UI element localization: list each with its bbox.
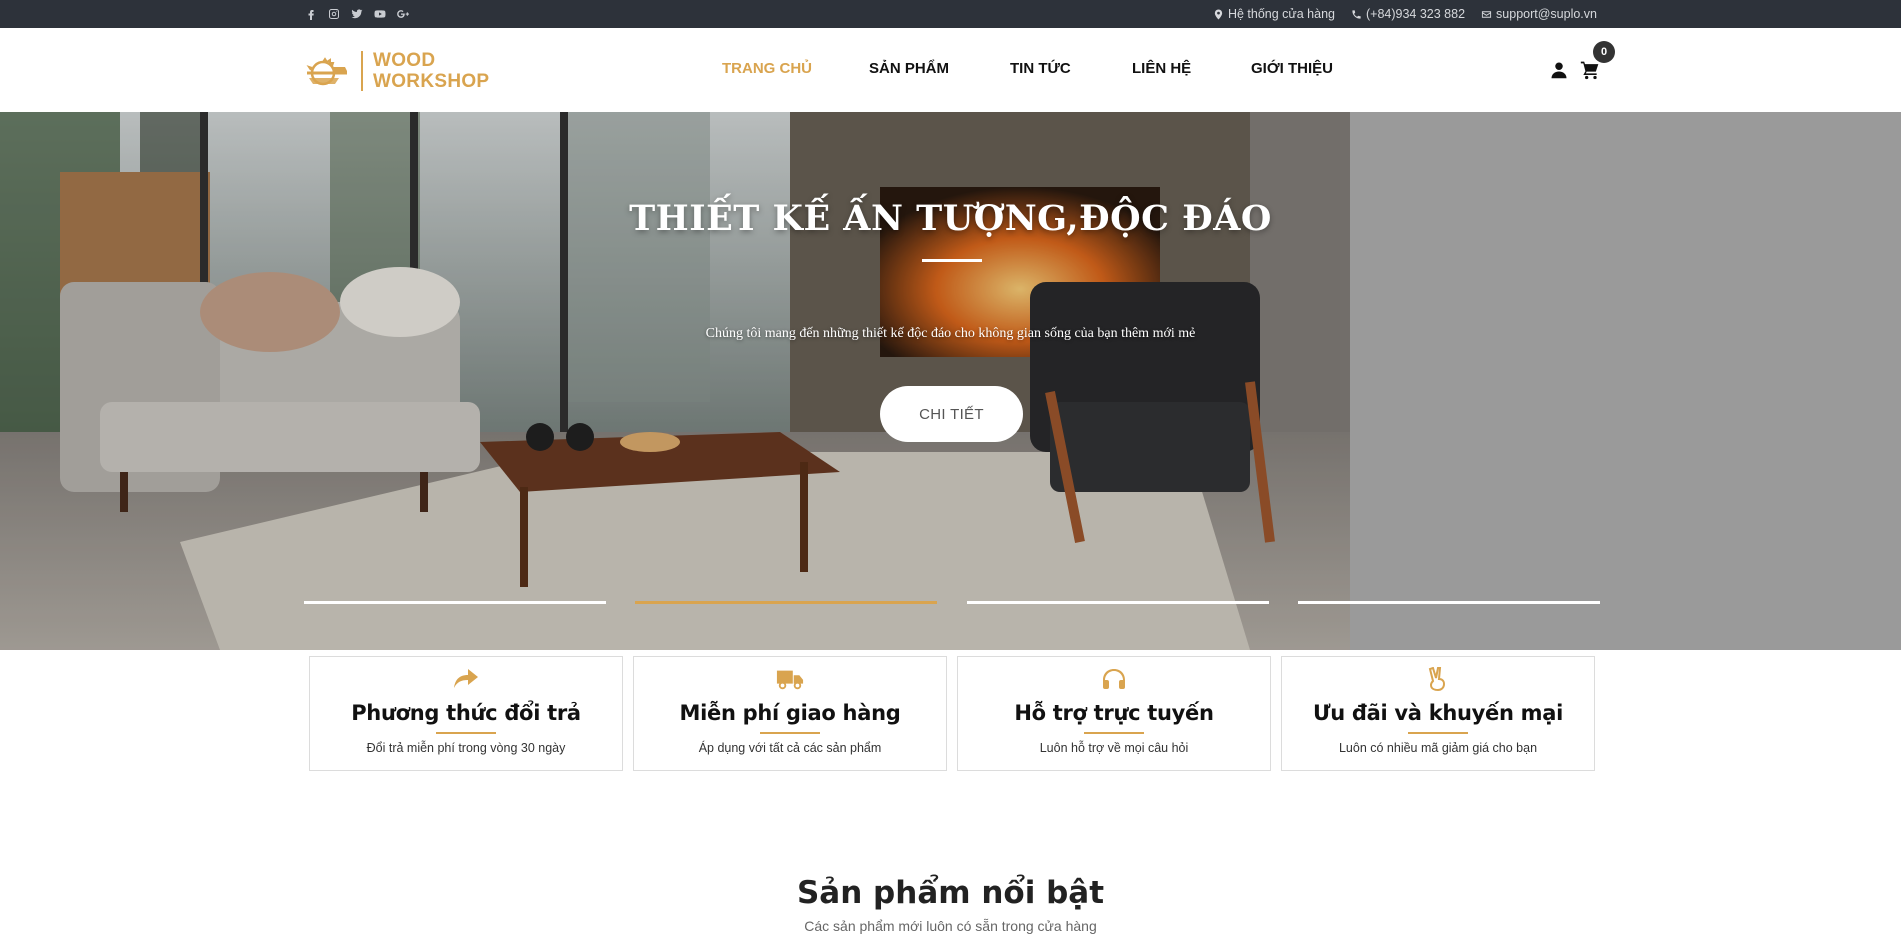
store-label: Hệ thống cửa hàng	[1227, 7, 1335, 21]
phone-link[interactable]: (+84)934 323 882	[1351, 7, 1465, 21]
cart-count-badge: 0	[1593, 41, 1615, 63]
feature-online-support: Hỗ trợ trực tuyến Luôn hỗ trợ về mọi câu…	[957, 656, 1271, 771]
nav-contact[interactable]: LIÊN HỆ	[1132, 60, 1191, 77]
truck-icon	[776, 670, 804, 690]
social-links	[304, 0, 410, 28]
logo-divider	[361, 51, 363, 91]
hero-subtitle: Chúng tôi mang đến những thiết kế độc đá…	[705, 326, 1196, 341]
feature-divider	[1084, 732, 1144, 734]
logo-line-2: WORKSHOP	[373, 71, 490, 92]
instagram-icon[interactable]	[327, 7, 341, 21]
logo-line-1: WOOD	[373, 50, 436, 71]
logo-text: WOOD WORKSHOP	[373, 50, 489, 92]
slider-indicators	[0, 601, 1901, 605]
phone-icon	[1352, 9, 1361, 19]
feature-title: Phương thức đổi trả	[351, 701, 581, 725]
cart-icon[interactable]	[1580, 60, 1600, 80]
user-icon[interactable]	[1550, 61, 1568, 79]
feature-divider	[760, 732, 820, 734]
victory-hand-icon	[1428, 667, 1446, 691]
featured-products-title: Sản phẩm nổi bật	[796, 875, 1105, 911]
nav-products[interactable]: SẢN PHẨM	[869, 60, 949, 77]
google-plus-icon[interactable]	[396, 7, 410, 21]
twitter-icon[interactable]	[350, 7, 364, 21]
headphones-icon	[1103, 669, 1125, 689]
slide-indicator-1[interactable]	[304, 601, 606, 604]
logo[interactable]: WOOD WORKSHOP	[303, 48, 503, 94]
saw-logo-icon	[306, 57, 347, 86]
feature-divider	[1408, 732, 1468, 734]
feature-description: Luôn có nhiều mã giảm giá cho bạn	[1338, 741, 1538, 755]
feature-return-policy: Phương thức đổi trả Đổi trả miễn phí tro…	[309, 656, 623, 771]
envelope-icon	[1481, 10, 1492, 18]
hero-title-underline	[922, 259, 982, 262]
feature-free-shipping: Miễn phí giao hàng Áp dụng với tất cả cá…	[633, 656, 947, 771]
share-arrow-icon	[454, 669, 478, 688]
nav-about[interactable]: GIỚI THIỆU	[1251, 60, 1333, 77]
store-locator-link[interactable]: Hệ thống cửa hàng	[1213, 7, 1335, 21]
feature-title: Miễn phí giao hàng	[679, 701, 901, 725]
hero-title: THIẾT KẾ ẤN TƯỢNG,ĐỘC ĐÁO	[629, 198, 1272, 239]
featured-products-subtitle: Các sản phẩm mới luôn có sẵn trong cửa h…	[804, 918, 1097, 934]
feature-description: Luôn hỗ trợ về mọi câu hỏi	[1039, 741, 1189, 755]
email-link[interactable]: support@suplo.vn	[1481, 7, 1597, 21]
feature-promotions: Ưu đãi và khuyến mại Luôn có nhiều mã gi…	[1281, 656, 1595, 771]
slide-indicator-3[interactable]	[967, 601, 1269, 604]
feature-description: Áp dụng với tất cả các sản phẩm	[698, 741, 882, 755]
main-header: WOOD WORKSHOP TRANG CHỦ SẢN PHẨM TIN TỨC…	[0, 28, 1901, 112]
youtube-icon[interactable]	[373, 7, 387, 21]
phone-number: (+84)934 323 882	[1366, 7, 1466, 21]
feature-title: Hỗ trợ trực tuyến	[1014, 701, 1214, 725]
hero-detail-button[interactable]: CHI TIẾT	[880, 386, 1023, 442]
email-address: support@suplo.vn	[1496, 7, 1597, 21]
facebook-icon[interactable]	[304, 7, 318, 21]
feature-title: Ưu đãi và khuyến mại	[1313, 701, 1563, 725]
nav-news[interactable]: TIN TỨC	[1010, 60, 1071, 77]
contact-info: Hệ thống cửa hàng (+84)934 323 882 suppo…	[1213, 0, 1597, 28]
hero-background-image	[0, 112, 1350, 650]
hero-slider: THIẾT KẾ ẤN TƯỢNG,ĐỘC ĐÁO Chúng tôi mang…	[0, 112, 1901, 650]
feature-divider	[436, 732, 496, 734]
map-marker-icon	[1214, 8, 1223, 20]
top-bar: Hệ thống cửa hàng (+84)934 323 882 suppo…	[0, 0, 1901, 28]
slide-indicator-4[interactable]	[1298, 601, 1600, 604]
slide-indicator-2[interactable]	[635, 601, 937, 604]
feature-description: Đổi trả miễn phí trong vòng 30 ngày	[366, 741, 566, 755]
nav-home[interactable]: TRANG CHỦ	[722, 60, 812, 77]
